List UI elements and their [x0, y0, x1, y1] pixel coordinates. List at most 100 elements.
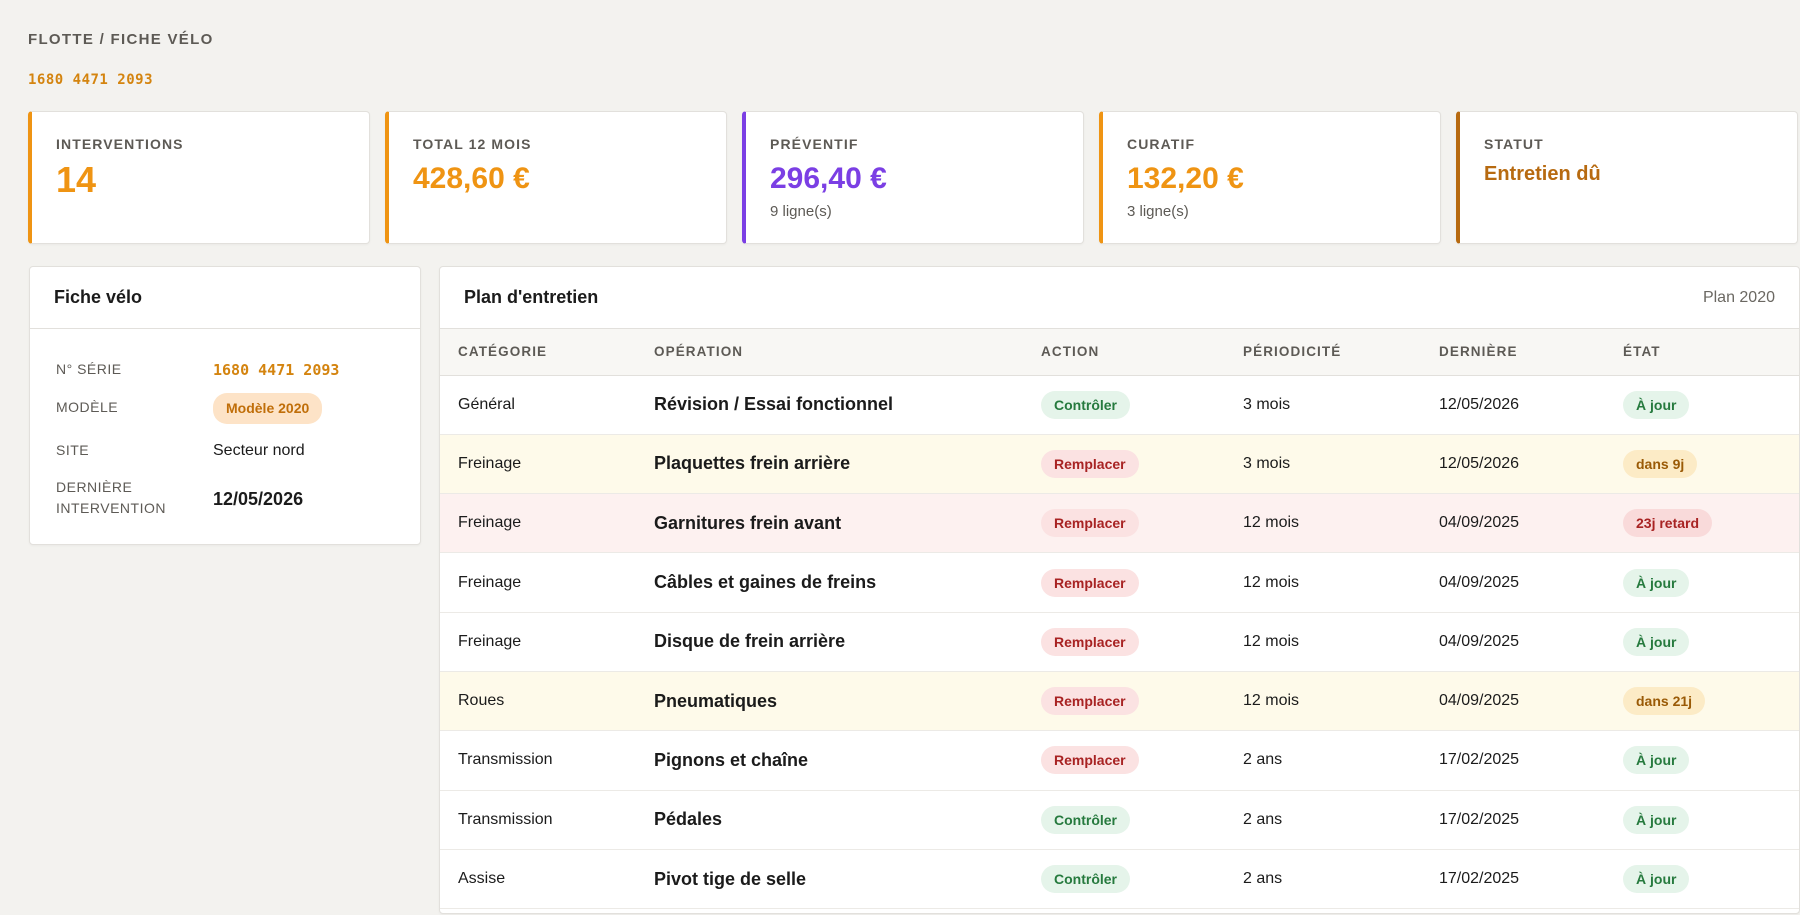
cell-periodicite: 2 ans [1225, 849, 1421, 910]
table-row[interactable]: Général Révision / Essai fonctionnel Con… [440, 375, 1799, 435]
kpi-curatif: CURATIF 132,20 € 3 ligne(s) [1099, 111, 1441, 244]
status-badge: À jour [1623, 627, 1690, 656]
last-intervention-value: 12/05/2026 [213, 489, 304, 509]
action-badge: Remplacer [1041, 568, 1139, 597]
cell-derniere: 17/02/2025 [1421, 730, 1605, 791]
action-badge: Remplacer [1041, 687, 1139, 716]
fiche-velo-card: Fiche vélo N° SÉRIE 1680 4471 2093 MODÈL… [29, 266, 421, 545]
kpi-label: TOTAL 12 MOIS [413, 136, 532, 152]
cell-periodicite: 2 ans [1225, 790, 1421, 850]
cell-derniere: 04/09/2025 [1421, 612, 1605, 672]
table-row[interactable]: Freinage Câbles et gaines de freins Remp… [440, 552, 1799, 613]
kpi-total: TOTAL 12 MOIS 428,60 € [385, 111, 727, 244]
kpi-sub: 9 ligne(s) [770, 203, 832, 220]
status-badge: À jour [1623, 865, 1690, 894]
fiche-velo-title: Fiche vélo [30, 267, 420, 329]
column-header[interactable]: ACTION [1023, 329, 1225, 376]
cell-categorie: Freinage [440, 612, 636, 672]
site-value: Secteur nord [213, 442, 305, 459]
status-badge: dans 21j [1623, 687, 1706, 716]
table-row[interactable]: Transmission Pédales Contrôler 2 ans 17/… [440, 790, 1799, 850]
serial-number-value: 1680 4471 2093 [213, 361, 340, 379]
cell-operation: Disque de frein arrière [636, 612, 1023, 672]
model-badge: Modèle 2020 [213, 393, 323, 424]
cell-categorie: Roues [440, 671, 636, 732]
cell-periodicite: 12 mois [1225, 552, 1421, 613]
cell-operation: Garnitures frein avant [636, 493, 1023, 554]
column-header[interactable]: OPÉRATION [636, 329, 1023, 376]
table-row[interactable]: Freinage Plaquettes frein arrière Rempla… [440, 434, 1799, 495]
kpi-value: 428,60 € [413, 162, 530, 195]
cell-categorie: Transmission [440, 790, 636, 850]
breadcrumb: FLOTTE / FICHE VÉLO [28, 31, 214, 48]
fiche-label: N° SÉRIE [56, 361, 122, 377]
fiche-label: DERNIÈRE INTERVENTION [56, 479, 166, 516]
cell-categorie: Freinage [440, 434, 636, 495]
fiche-label: SITE [56, 442, 90, 458]
cell-derniere: 17/02/2025 [1421, 849, 1605, 910]
cell-operation: Pivot tige de selle [636, 849, 1023, 910]
cell-periodicite: 12 mois [1225, 612, 1421, 672]
cell-derniere: 04/09/2025 [1421, 671, 1605, 732]
status-badge: À jour [1623, 746, 1690, 775]
action-badge: Remplacer [1041, 509, 1139, 538]
cell-categorie: Assise [440, 849, 636, 910]
fiche-row-serie: N° SÉRIE 1680 4471 2093 [56, 359, 396, 381]
column-header[interactable]: ÉTAT [1605, 329, 1799, 376]
cell-categorie: Général [440, 375, 636, 435]
table-header-row: CATÉGORIE OPÉRATION ACTION PÉRIODICITÉ D… [440, 329, 1799, 376]
cell-periodicite: 2 ans [1225, 730, 1421, 791]
cell-derniere: 12/05/2026 [1421, 434, 1605, 495]
status-badge: À jour [1623, 568, 1690, 597]
column-header[interactable]: PÉRIODICITÉ [1225, 329, 1421, 376]
status-badge: À jour [1623, 805, 1690, 834]
plan-title: Plan d'entretien [464, 287, 599, 307]
kpi-preventif: PRÉVENTIF 296,40 € 9 ligne(s) [742, 111, 1084, 244]
kpi-row: INTERVENTIONS 14 TOTAL 12 MOIS 428,60 € … [28, 111, 1800, 244]
cell-derniere: 04/09/2025 [1421, 552, 1605, 613]
cell-categorie: Transmission [440, 730, 636, 791]
column-header[interactable]: DERNIÈRE [1421, 329, 1605, 376]
cell-categorie: Freinage [440, 493, 636, 554]
table-row[interactable]: Assise Pivot tige de selle Contrôler 2 a… [440, 849, 1799, 910]
fiche-row-site: SITE Secteur nord [56, 440, 396, 461]
action-badge: Contrôler [1041, 390, 1130, 419]
cell-periodicite: 3 mois [1225, 434, 1421, 495]
cell-periodicite: 12 mois [1225, 493, 1421, 554]
kpi-statut: STATUT Entretien dû [1456, 111, 1798, 244]
serial-number-header: 1680 4471 2093 [28, 72, 154, 88]
action-badge: Contrôler [1041, 865, 1130, 894]
kpi-sub: 3 ligne(s) [1127, 203, 1189, 220]
action-badge: Remplacer [1041, 746, 1139, 775]
cell-operation: Câbles et gaines de freins [636, 552, 1023, 613]
plan-version: Plan 2020 [1702, 288, 1775, 306]
fiche-row-modele: MODÈLE Modèle 2020 [56, 393, 396, 424]
kpi-value: 296,40 € [770, 162, 887, 195]
kpi-value: 132,20 € [1127, 162, 1244, 195]
cell-operation: Pneumatiques [636, 671, 1023, 732]
cell-categorie: Freinage [440, 552, 636, 613]
kpi-label: CURATIF [1127, 136, 1196, 152]
cell-periodicite: 3 mois [1225, 375, 1421, 435]
cell-derniere: 12/05/2026 [1421, 375, 1605, 435]
table-row[interactable]: Freinage Disque de frein arrière Remplac… [440, 612, 1799, 672]
cell-operation: Pignons et chaîne [636, 730, 1023, 791]
cell-periodicite: 12 mois [1225, 671, 1421, 732]
kpi-label: INTERVENTIONS [56, 136, 184, 152]
cell-derniere: 04/09/2025 [1421, 493, 1605, 554]
kpi-interventions: INTERVENTIONS 14 [28, 111, 370, 244]
table-row[interactable]: Freinage Garnitures frein avant Remplace… [440, 493, 1799, 554]
table-row[interactable]: Roues Pneumatiques Remplacer 12 mois 04/… [440, 671, 1799, 732]
status-badge: dans 9j [1623, 449, 1698, 478]
table-row[interactable]: Transmission Pignons et chaîne Remplacer… [440, 730, 1799, 791]
kpi-label: STATUT [1484, 136, 1544, 152]
action-badge: Remplacer [1041, 449, 1139, 478]
maintenance-table: CATÉGORIE OPÉRATION ACTION PÉRIODICITÉ D… [440, 329, 1799, 910]
cell-operation: Révision / Essai fonctionnel [636, 375, 1023, 435]
kpi-label: PRÉVENTIF [770, 136, 859, 152]
kpi-value: Entretien dû [1484, 163, 1601, 185]
cell-derniere: 17/02/2025 [1421, 790, 1605, 850]
column-header[interactable]: CATÉGORIE [440, 329, 636, 376]
action-badge: Remplacer [1041, 627, 1139, 656]
fiche-label: MODÈLE [56, 399, 119, 415]
